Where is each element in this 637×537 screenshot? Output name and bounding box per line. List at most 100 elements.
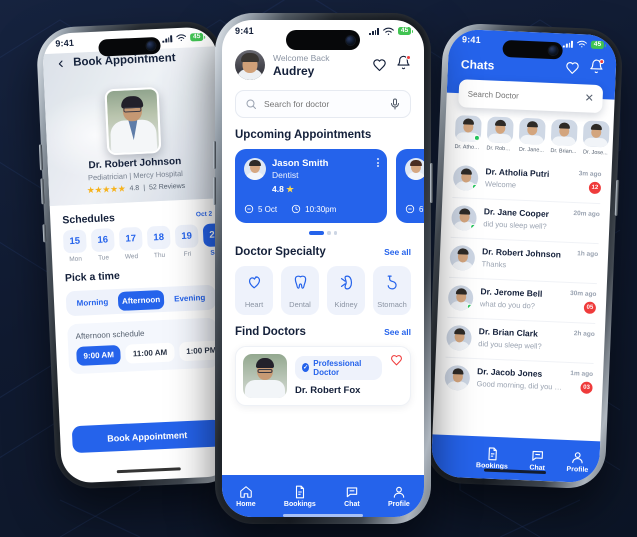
chat-list-item[interactable]: Dr. Robert Johnson Thanks 1h ago — [449, 237, 599, 285]
tab-bookings[interactable]: Bookings — [284, 485, 316, 508]
chat-avatar — [452, 164, 479, 192]
dynamic-island — [286, 30, 360, 50]
time-of-day-segmented-control[interactable]: Morning Afternoon Evening — [65, 284, 217, 317]
search-input[interactable] — [467, 89, 578, 103]
story-item[interactable]: Dr. Jose... — [582, 120, 610, 156]
segment-evening[interactable]: Evening — [166, 288, 213, 309]
microphone-icon[interactable] — [389, 98, 401, 110]
upcoming-appointments-carousel[interactable]: Jason Smith Dentist 4.8 ★ 5 Oct 10:30pm — [222, 141, 424, 223]
bottom-tab-bar[interactable]: Home Bookings Chat Profile — [222, 475, 424, 517]
appointment-card[interactable]: Melisa Adams Pediatrician 4.8 ★ 6 Oct 11 — [396, 149, 424, 223]
specialty-see-all-link[interactable]: See all — [384, 247, 411, 257]
appointment-card[interactable]: Jason Smith Dentist 4.8 ★ 5 Oct 10:30pm — [235, 149, 387, 223]
book-appointment-button[interactable]: Book Appointment — [71, 419, 223, 454]
online-dot — [471, 183, 478, 191]
chat-list-item[interactable]: Dr. Jane Cooper did you sleep well? 20m a… — [450, 197, 601, 245]
schedule-label: Afternoon schedule — [75, 328, 145, 341]
doctor-avatar — [244, 158, 266, 180]
heart-icon[interactable] — [565, 60, 581, 76]
time-slot-selected[interactable]: 9:00 AM — [76, 344, 122, 366]
chat-list[interactable]: Dr. Atholia Putri Welcome 3m ago 12 Dr. Ja… — [434, 150, 612, 404]
tab-home[interactable]: Home — [236, 485, 256, 508]
unread-badge: 03 — [580, 381, 593, 394]
chevron-left-icon[interactable] — [55, 58, 66, 69]
day-chip[interactable]: 17 Wed — [118, 226, 143, 261]
doctor-avatar — [405, 158, 424, 180]
volume-down-button[interactable] — [213, 177, 216, 205]
pick-time-section: Pick a time Morning Afternoon Evening Af… — [52, 256, 237, 375]
dynamic-island — [502, 39, 563, 60]
tab-bookings[interactable]: Bookings — [476, 446, 509, 470]
cellular-icon — [563, 40, 573, 48]
doctor-meta: Dr. Robert Johnson Pediatrician | Mercy … — [48, 154, 223, 198]
story-item[interactable]: Dr. Atholia... — [454, 115, 482, 152]
day-picker[interactable]: 15Mon 16Tue 17Wed 18Thu 19Fri 20Sat — [62, 223, 227, 264]
tooth-icon — [294, 275, 306, 289]
tab-chat[interactable]: Chat — [344, 485, 360, 508]
segment-morning[interactable]: Morning — [69, 292, 116, 313]
search-bar[interactable]: ✕ — [458, 79, 604, 114]
day-chip[interactable]: 15 Mon — [62, 229, 87, 264]
avatar[interactable] — [235, 50, 265, 80]
day-chip[interactable]: 18 Thu — [146, 225, 171, 260]
chat-time: 20m ago — [573, 210, 600, 219]
more-options-icon[interactable] — [377, 158, 379, 167]
tab-label: Profile — [566, 465, 589, 474]
unread-badge: 05 — [583, 301, 597, 315]
welcome-block: Welcome Back Audrey — [273, 53, 364, 78]
favorite-button[interactable] — [390, 354, 403, 398]
tab-label: Home — [236, 500, 256, 508]
time-slot[interactable]: 11:00 AM — [125, 342, 175, 364]
find-doctor-card[interactable]: ✓ Professional Doctor Dr. Robert Fox — [235, 345, 411, 406]
chat-list-item[interactable]: Dr. Jerome Bell what do you do? 30m ago 05 — [447, 277, 597, 325]
specialty-label: Dental — [289, 299, 311, 309]
badge-label: Professional Doctor — [313, 358, 362, 377]
pick-time-title: Pick a time — [64, 269, 121, 285]
notification-bell[interactable] — [396, 55, 411, 75]
heart-outline-icon — [391, 354, 402, 365]
screen-chats: 9:41 45 Chats ✕ — [430, 28, 618, 484]
volume-up-button[interactable] — [213, 141, 216, 169]
story-item[interactable]: Dr. Brian... — [550, 119, 578, 156]
page-title: Book Appointment — [72, 52, 176, 69]
find-doctors-see-all-link[interactable]: See all — [384, 327, 411, 337]
kidney-icon — [340, 275, 352, 289]
story-label: Dr. Atholia... — [454, 143, 481, 152]
chat-list-item[interactable]: Dr. Atholia Putri Welcome 3m ago 12 — [452, 157, 602, 205]
specialty-item-stomach[interactable]: Stomach — [373, 265, 411, 315]
search-bar[interactable] — [235, 90, 411, 118]
tab-profile[interactable]: Profile — [388, 485, 410, 508]
search-input[interactable] — [264, 99, 375, 109]
status-time: 9:41 — [55, 37, 75, 49]
notification-bell[interactable] — [588, 58, 605, 80]
specialty-item-kidney[interactable]: Kidney — [327, 265, 365, 315]
day-chip[interactable]: 16 Tue — [90, 228, 115, 262]
date-text: 5 Oct — [258, 204, 278, 214]
online-dot — [470, 223, 477, 230]
chat-list-item[interactable]: Dr. Jacob Jones Good morning, did you sle… — [444, 358, 594, 403]
day-weekday: Mon — [69, 255, 83, 264]
date-text: 6 Oct — [419, 204, 424, 214]
status-time: 9:41 — [461, 34, 482, 45]
specialty-item-dental[interactable]: Dental — [281, 265, 319, 315]
story-label: Dr. Brian... — [550, 148, 577, 156]
phone-left-book-appointment: 9:41 45 Book Appointment Dr. Robert John… — [35, 20, 243, 490]
front-camera-icon — [346, 35, 355, 45]
time-slots[interactable]: 9:00 AM 11:00 AM 1:00 PM 3:00 PM — [76, 338, 237, 366]
specialty-item-heart[interactable]: Heart — [235, 265, 273, 315]
segment-afternoon[interactable]: Afternoon — [117, 289, 165, 312]
bottom-tab-bar[interactable]: Bookings Chat Profile — [430, 434, 601, 484]
home-indicator — [116, 467, 181, 474]
chat-list-item[interactable]: Dr. Brian Clark did you sleep well? 2h ag… — [445, 317, 596, 365]
day-chip[interactable]: 19 Fri — [174, 224, 199, 258]
power-button[interactable] — [430, 163, 433, 203]
story-item[interactable]: Dr. Jane... — [518, 117, 546, 154]
tab-chat[interactable]: Chat — [529, 448, 546, 472]
story-item[interactable]: Dr. Robert... — [486, 116, 514, 152]
find-doctors-header: Find Doctors See all — [235, 326, 411, 338]
close-icon[interactable]: ✕ — [584, 92, 594, 104]
tab-profile[interactable]: Profile — [566, 449, 589, 473]
specialty-list[interactable]: Heart Dental Kidney Stomach — [222, 258, 424, 315]
heart-icon[interactable] — [372, 58, 387, 73]
carousel-pagination[interactable] — [222, 231, 424, 235]
